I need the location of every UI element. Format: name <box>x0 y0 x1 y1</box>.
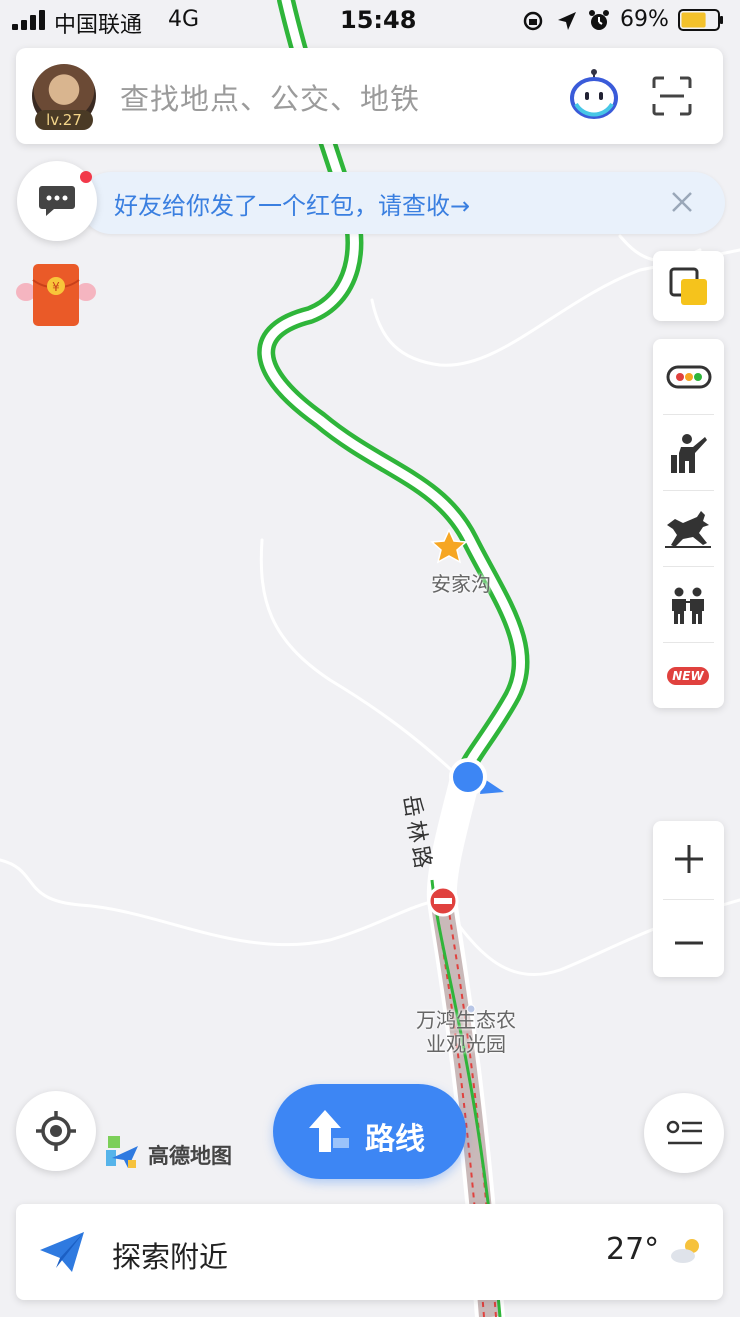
temperature: 27° <box>606 1232 660 1267</box>
route-label: 路线 <box>365 1122 425 1157</box>
minus-icon <box>675 941 703 945</box>
explore-label: 探索附近 <box>112 1240 229 1274</box>
map-tools-panel: NEW <box>653 339 724 708</box>
friends-button[interactable] <box>653 567 724 643</box>
hail-taxi-icon <box>671 434 707 473</box>
status-bar: 中国联通 4G 15:48 69% <box>0 0 740 42</box>
park-label-line2[interactable]: 业观光园 <box>426 1028 506 1057</box>
no-entry-icon <box>427 885 459 917</box>
zoom-out-button[interactable] <box>653 899 724 977</box>
close-icon[interactable] <box>666 186 698 218</box>
scan-icon[interactable] <box>652 76 692 116</box>
search-bar[interactable]: lv.27 查找地点、公交、地铁 <box>16 48 723 144</box>
amap-logo-text: 高德地图 <box>148 1144 232 1168</box>
network-type: 4G <box>168 7 200 32</box>
route-arrow-icon <box>309 1110 349 1152</box>
banner-text[interactable]: 好友给你发了一个红包，请查收→ <box>114 186 470 221</box>
new-badge: NEW <box>667 667 709 685</box>
list-icon <box>666 1120 702 1145</box>
battery-icon <box>678 9 723 31</box>
assistant-icon[interactable] <box>568 68 620 120</box>
battery-percentage: 69% <box>620 7 669 32</box>
paper-plane-icon <box>40 1232 84 1272</box>
traffic-light-icon <box>666 365 712 389</box>
taxi-button[interactable] <box>653 415 724 491</box>
route-button[interactable]: 路线 <box>273 1084 466 1179</box>
carrier-name: 中国联通 <box>54 13 143 38</box>
nearby-list-button[interactable] <box>644 1093 724 1173</box>
user-level-badge: lv.27 <box>35 110 93 130</box>
notification-dot <box>80 171 92 183</box>
zoom-control <box>653 821 724 977</box>
rotation-lock-icon <box>523 11 543 31</box>
explore-nearby-bar[interactable]: 探索附近 27° <box>16 1204 723 1300</box>
zoom-in-button[interactable] <box>653 821 724 899</box>
layers-icon <box>669 267 707 305</box>
svg-text:¥: ¥ <box>52 280 60 294</box>
red-packet-icon[interactable]: ¥ <box>16 262 96 328</box>
new-feature-button[interactable]: NEW <box>653 643 724 708</box>
signal-icon <box>12 10 48 30</box>
current-location-marker <box>449 758 504 796</box>
locate-me-button[interactable] <box>16 1091 96 1171</box>
status-time: 15:48 <box>340 6 417 34</box>
amap-logo-icon <box>106 1136 138 1168</box>
red-packet-banner[interactable]: 好友给你发了一个红包，请查收→ <box>80 172 725 234</box>
map-layers-button[interactable] <box>653 251 724 321</box>
chat-bubble-icon <box>39 186 75 216</box>
location-arrow-icon <box>558 12 576 30</box>
alarm-icon <box>589 10 609 30</box>
traffic-button[interactable] <box>653 339 724 415</box>
search-input[interactable]: 查找地点、公交、地铁 <box>120 76 420 118</box>
partly-cloudy-icon <box>671 1239 699 1263</box>
poi-label[interactable]: 安家沟 <box>431 568 491 597</box>
tourism-button[interactable] <box>653 491 724 567</box>
horse-icon <box>665 511 711 548</box>
crosshair-icon <box>36 1111 76 1151</box>
plus-icon <box>675 845 703 873</box>
people-icon <box>672 587 704 624</box>
